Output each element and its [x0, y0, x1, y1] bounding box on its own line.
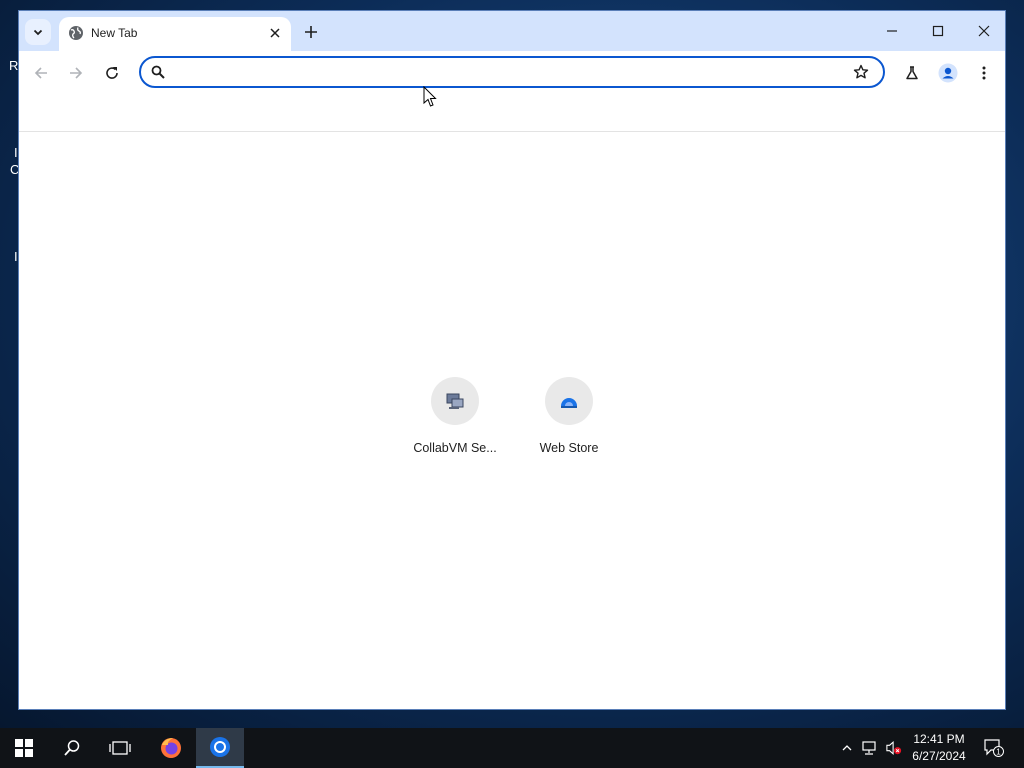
- chevron-up-icon: [842, 745, 852, 751]
- shortcut-label: Web Store: [539, 441, 599, 455]
- plus-icon: [305, 26, 317, 38]
- browser-window: New Tab CollabVM Se... Web Store: [18, 10, 1006, 710]
- new-tab-page: CollabVM Se... Web Store: [19, 132, 1005, 709]
- network-button[interactable]: [862, 740, 878, 756]
- star-icon[interactable]: [853, 64, 869, 80]
- taskbar: 12:41 PM 6/27/2024 1: [0, 728, 1024, 768]
- tab-close-button[interactable]: [267, 25, 283, 41]
- tab-title: New Tab: [91, 26, 138, 40]
- back-arrow-icon: [34, 67, 47, 79]
- taskbar-search-button[interactable]: [48, 728, 96, 768]
- start-button[interactable]: [0, 728, 48, 768]
- toolbar: [19, 51, 1005, 95]
- new-tab-button[interactable]: [299, 20, 323, 44]
- shortcut-label: CollabVM Se...: [413, 441, 497, 455]
- address-input[interactable]: [173, 62, 847, 84]
- close-window-button[interactable]: [961, 11, 1005, 51]
- clock-time: 12:41 PM: [913, 732, 965, 746]
- task-view-button[interactable]: [96, 728, 144, 768]
- action-center-button[interactable]: 1: [984, 739, 1004, 757]
- volume-muted-icon: [886, 741, 902, 755]
- maximize-button[interactable]: [915, 11, 961, 51]
- volume-button[interactable]: [886, 740, 902, 756]
- notification-icon: 1: [984, 739, 1004, 757]
- network-icon: [862, 741, 876, 755]
- reload-icon: [106, 67, 118, 79]
- labs-button[interactable]: [900, 61, 924, 85]
- shortcut-collabvm[interactable]: CollabVM Se...: [399, 377, 511, 467]
- reload-button[interactable]: [100, 61, 124, 85]
- firefox-icon: [161, 738, 181, 758]
- shortcut-icon-circle: [545, 377, 593, 425]
- shortcut-web-store[interactable]: Web Store: [513, 377, 625, 467]
- clock-date: 6/27/2024: [912, 749, 966, 763]
- taskbar-firefox[interactable]: [147, 728, 195, 768]
- mouse-cursor-icon: [423, 86, 437, 107]
- profile-button[interactable]: [936, 61, 960, 85]
- toolbar-divider: [19, 95, 1005, 132]
- flask-icon: [906, 66, 918, 80]
- tab-search-button[interactable]: [25, 19, 51, 45]
- collabvm-icon: [446, 393, 464, 409]
- web-store-icon: [561, 398, 577, 408]
- globe-icon: [69, 26, 83, 40]
- back-button[interactable]: [29, 61, 53, 85]
- search-icon: [64, 740, 80, 756]
- chrome-icon: [210, 737, 230, 757]
- tab-new-tab[interactable]: New Tab: [59, 17, 291, 51]
- address-bar[interactable]: [139, 56, 885, 88]
- search-icon: [151, 65, 165, 79]
- kebab-menu-icon: [982, 66, 986, 80]
- show-hidden-icons-button[interactable]: [839, 740, 855, 756]
- profile-icon: [938, 63, 958, 83]
- shortcut-icon-circle: [431, 377, 479, 425]
- chevron-down-icon: [33, 29, 43, 36]
- desktop-icon-label: R: [9, 58, 19, 73]
- forward-button[interactable]: [64, 61, 88, 85]
- maximize-icon: [932, 25, 944, 37]
- start-icon: [15, 739, 33, 757]
- menu-button[interactable]: [972, 61, 996, 85]
- notification-count: 1: [996, 748, 1001, 757]
- forward-arrow-icon: [70, 67, 83, 79]
- minimize-button[interactable]: [869, 11, 915, 51]
- close-icon: [270, 28, 280, 38]
- tab-strip: New Tab: [19, 11, 1005, 51]
- task-view-icon: [109, 741, 131, 755]
- minimize-icon: [887, 30, 897, 32]
- taskbar-chrome[interactable]: [196, 728, 244, 768]
- clock[interactable]: 12:41 PM 6/27/2024: [904, 731, 974, 765]
- close-icon: [978, 25, 990, 37]
